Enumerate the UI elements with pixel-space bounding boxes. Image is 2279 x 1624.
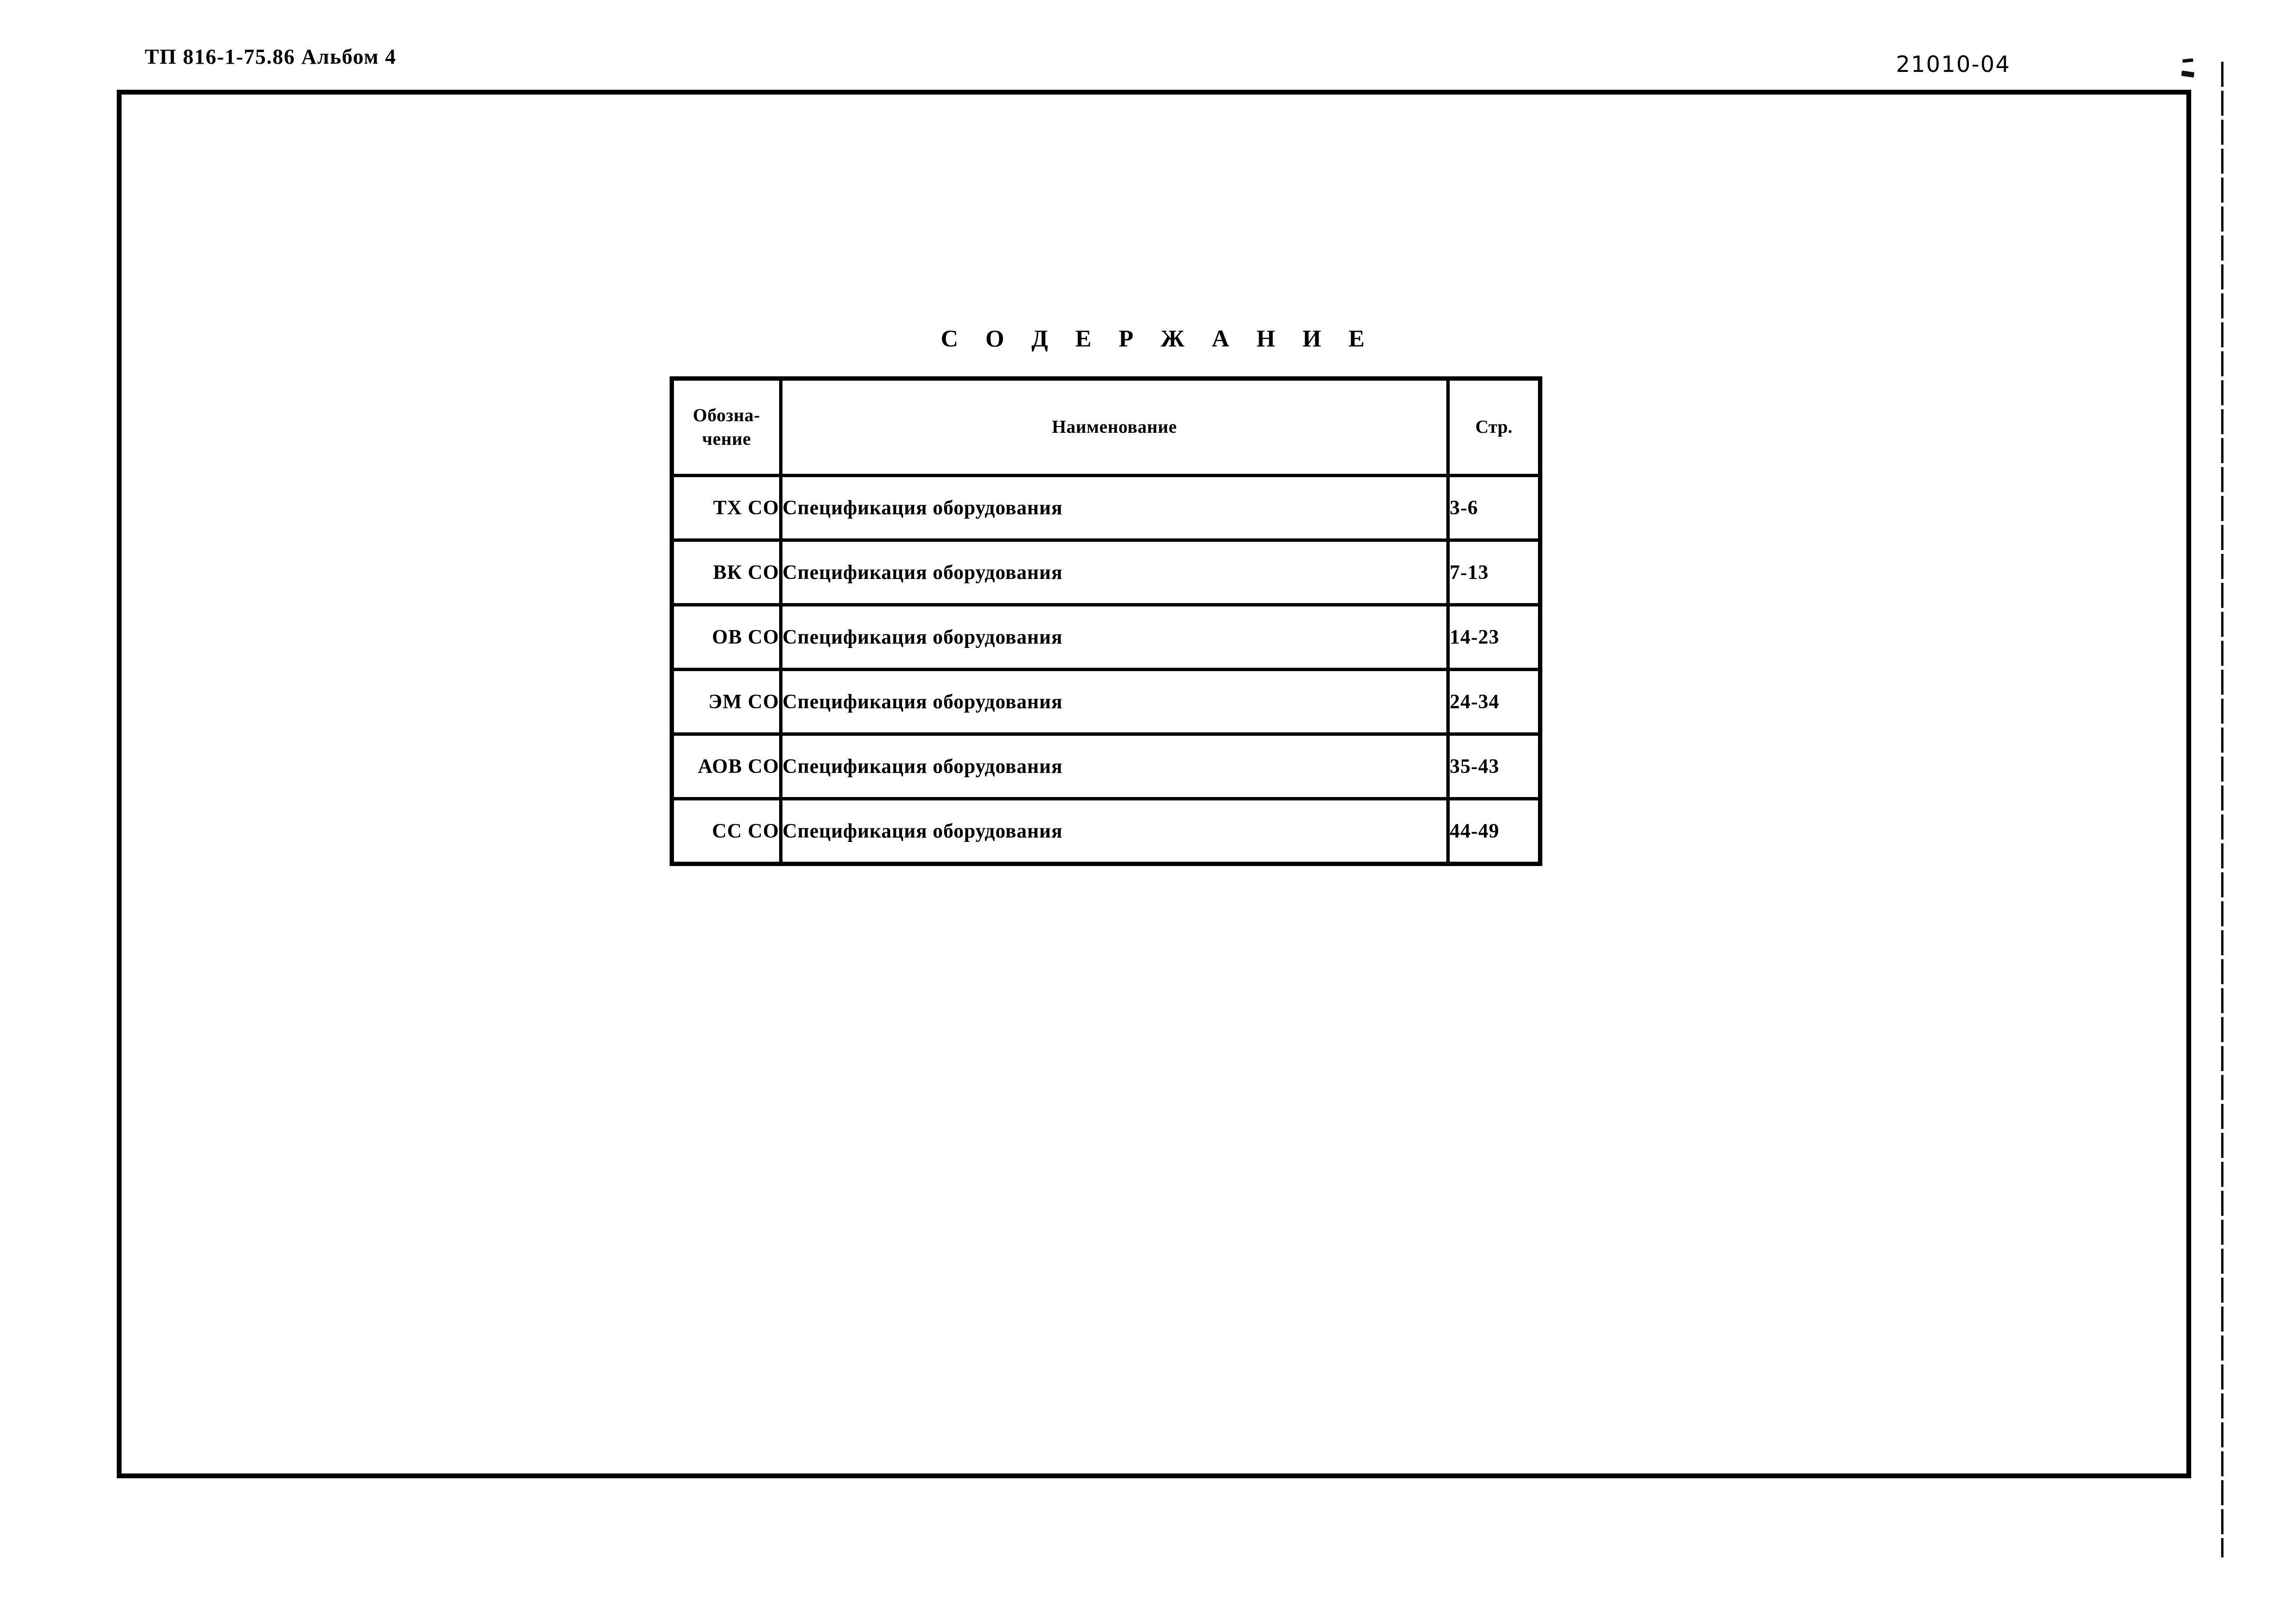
cell-name: Спецификация оборудования <box>779 732 1450 800</box>
column-header-designation: Обозна- чение <box>671 377 783 477</box>
column-header-name: Наименование <box>779 377 1450 477</box>
cell-page: 35-43 <box>1446 732 1541 800</box>
table-row: ОВ СО Спецификация оборудования 14-23 <box>671 603 1541 671</box>
cell-page: 14-23 <box>1446 603 1541 671</box>
table-row: АОВ СО Спецификация оборудования 35-43 <box>671 732 1541 800</box>
cell-designation: СС СО <box>671 797 783 865</box>
cell-name: Спецификация оборудования <box>779 474 1450 542</box>
scan-artifact-mark <box>2182 58 2194 63</box>
cell-page: 7-13 <box>1446 538 1541 606</box>
contents-table-body: ТХ СО Спецификация оборудования 3-6 ВК С… <box>671 474 1541 865</box>
table-header-row: Обозна- чение Наименование Стр. <box>671 377 1541 477</box>
scan-artifact-mark <box>2181 70 2195 78</box>
cell-designation: ВК СО <box>671 538 783 606</box>
column-header-designation-line2: чение <box>702 428 751 449</box>
cell-page: 3-6 <box>1446 474 1541 542</box>
table-row: ЭМ СО Спецификация оборудования 24-34 <box>671 668 1541 736</box>
table-row: ТХ СО Спецификация оборудования 3-6 <box>671 474 1541 542</box>
cell-name: Спецификация оборудования <box>779 603 1450 671</box>
document-page: ТП 816-1-75.86 Альбом 4 21010-04 С О Д Е… <box>0 0 2279 1624</box>
table-row: ВК СО Спецификация оборудования 7-13 <box>671 538 1541 606</box>
document-code-header: ТП 816-1-75.86 Альбом 4 <box>145 45 397 69</box>
cell-page: 24-34 <box>1446 668 1541 736</box>
column-header-designation-line1: Обозна- <box>693 405 760 426</box>
cell-designation: ТХ СО <box>671 474 783 542</box>
cell-designation: АОВ СО <box>671 732 783 800</box>
page-title: С О Д Е Р Ж А Н И Е <box>941 325 1375 352</box>
cell-name: Спецификация оборудования <box>779 538 1450 606</box>
cell-name: Спецификация оборудования <box>779 668 1450 736</box>
cell-designation: ЭМ СО <box>671 668 783 736</box>
column-header-page: Стр. <box>1446 377 1541 477</box>
sheet-code-header: 21010-04 <box>1896 51 2011 77</box>
contents-table: Обозна- чение Наименование Стр. ТХ СО Сп… <box>670 376 1542 866</box>
cell-page: 44-49 <box>1446 797 1541 865</box>
cell-name: Спецификация оборудования <box>779 797 1450 865</box>
table-row: СС СО Спецификация оборудования 44-49 <box>671 797 1541 865</box>
cell-designation: ОВ СО <box>671 603 783 671</box>
scan-edge-line <box>2221 62 2224 1557</box>
